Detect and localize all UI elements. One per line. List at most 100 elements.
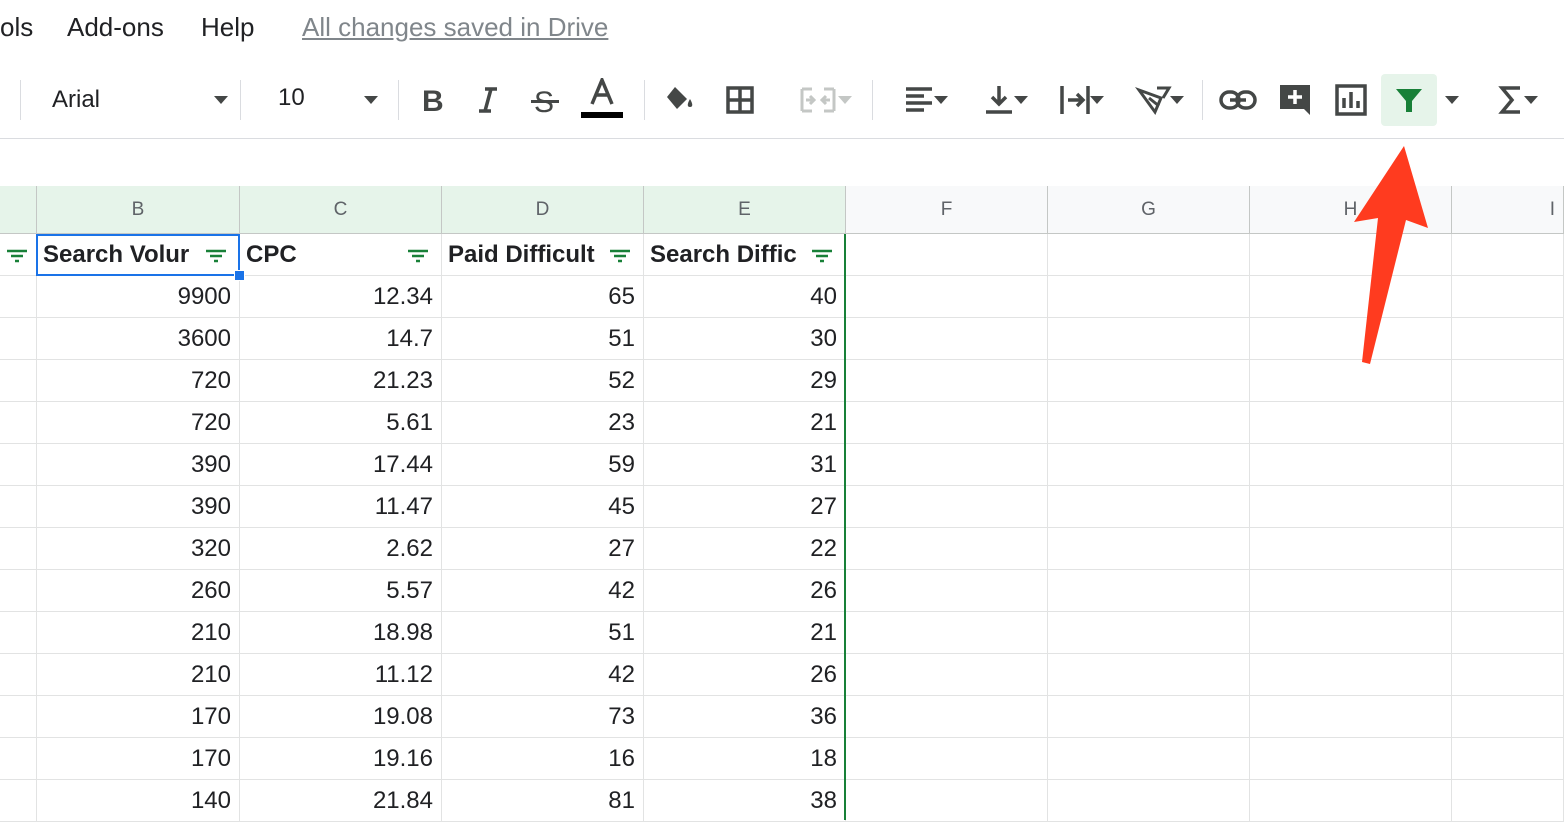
cell[interactable]: 42 xyxy=(442,570,644,612)
cell[interactable]: 36 xyxy=(644,696,846,738)
cell[interactable] xyxy=(1250,318,1452,360)
bold-button[interactable]: B xyxy=(414,78,450,122)
cell[interactable] xyxy=(1250,654,1452,696)
cell[interactable] xyxy=(0,570,37,612)
cell[interactable]: 52 xyxy=(442,360,644,402)
column-filter-icon[interactable] xyxy=(406,245,430,265)
cell[interactable] xyxy=(1452,486,1564,528)
header-cell[interactable]: Paid Difficult xyxy=(442,234,644,276)
font-size-select[interactable]: 10 xyxy=(262,74,392,124)
filter-views-dropdown[interactable] xyxy=(1440,78,1466,122)
cell[interactable]: 22 xyxy=(644,528,846,570)
header-cell[interactable] xyxy=(846,234,1048,276)
cell[interactable] xyxy=(1452,402,1564,444)
cell[interactable] xyxy=(846,738,1048,780)
cell[interactable] xyxy=(0,780,37,822)
cell[interactable]: 23 xyxy=(442,402,644,444)
cell[interactable]: 12.34 xyxy=(240,276,442,318)
column-header-B[interactable]: B xyxy=(37,186,264,234)
insert-link-button[interactable] xyxy=(1216,78,1260,122)
font-family-select[interactable]: Arial xyxy=(36,74,236,124)
cell[interactable]: 26 xyxy=(644,570,846,612)
cell[interactable] xyxy=(1250,486,1452,528)
cell[interactable] xyxy=(1048,738,1250,780)
cell[interactable]: 45 xyxy=(442,486,644,528)
cell[interactable] xyxy=(1452,612,1564,654)
cell[interactable]: 140 xyxy=(37,780,240,822)
column-header-C[interactable]: C xyxy=(240,186,442,234)
borders-button[interactable] xyxy=(720,78,760,122)
cell[interactable] xyxy=(1452,528,1564,570)
cell[interactable] xyxy=(846,570,1048,612)
save-status-link[interactable]: All changes saved in Drive xyxy=(302,12,608,43)
cell[interactable] xyxy=(1250,360,1452,402)
cell[interactable]: 720 xyxy=(37,402,240,444)
cell[interactable] xyxy=(846,360,1048,402)
column-header-G[interactable]: G xyxy=(1048,186,1250,234)
cell[interactable]: 18.98 xyxy=(240,612,442,654)
cell[interactable]: 19.08 xyxy=(240,696,442,738)
cell[interactable]: 11.12 xyxy=(240,654,442,696)
header-cell[interactable]: CPC xyxy=(240,234,442,276)
column-header-E[interactable]: E xyxy=(644,186,846,234)
cell[interactable]: 320 xyxy=(37,528,240,570)
cell[interactable] xyxy=(1048,612,1250,654)
cell[interactable]: 210 xyxy=(37,654,240,696)
cell[interactable] xyxy=(0,360,37,402)
cell[interactable]: 65 xyxy=(442,276,644,318)
header-cell[interactable] xyxy=(0,234,37,276)
cell[interactable] xyxy=(0,738,37,780)
create-filter-button[interactable] xyxy=(1381,74,1437,126)
insert-comment-button[interactable] xyxy=(1274,78,1316,122)
cell[interactable]: 390 xyxy=(37,444,240,486)
cell[interactable]: 16 xyxy=(442,738,644,780)
menu-help[interactable]: Help xyxy=(201,12,254,43)
cell[interactable] xyxy=(1048,276,1250,318)
cell[interactable]: 26 xyxy=(644,654,846,696)
cell[interactable] xyxy=(1048,570,1250,612)
cell[interactable] xyxy=(1452,570,1564,612)
cell[interactable] xyxy=(1452,360,1564,402)
cell[interactable] xyxy=(1048,402,1250,444)
cell[interactable]: 3600 xyxy=(37,318,240,360)
cell[interactable]: 73 xyxy=(442,696,644,738)
cell[interactable] xyxy=(1048,654,1250,696)
cell[interactable] xyxy=(0,276,37,318)
cell[interactable] xyxy=(1250,402,1452,444)
column-header-I[interactable]: I xyxy=(1452,186,1564,234)
header-cell[interactable]: Search Diffic xyxy=(644,234,846,276)
cell[interactable]: 170 xyxy=(37,696,240,738)
cell[interactable] xyxy=(1452,654,1564,696)
fill-handle[interactable] xyxy=(234,270,245,281)
cell[interactable] xyxy=(1452,696,1564,738)
cell[interactable] xyxy=(0,612,37,654)
cell[interactable] xyxy=(1250,780,1452,822)
cell[interactable]: 21 xyxy=(644,402,846,444)
cell[interactable]: 27 xyxy=(644,486,846,528)
formula-bar[interactable] xyxy=(0,139,1564,187)
cell[interactable]: 5.57 xyxy=(240,570,442,612)
cell[interactable] xyxy=(1452,738,1564,780)
cell[interactable] xyxy=(1048,444,1250,486)
cell[interactable] xyxy=(1048,528,1250,570)
italic-button[interactable] xyxy=(470,78,506,122)
cell[interactable] xyxy=(846,318,1048,360)
cell[interactable]: 21 xyxy=(644,612,846,654)
cell[interactable]: 9900 xyxy=(37,276,240,318)
cell[interactable]: 31 xyxy=(644,444,846,486)
vertical-align-button[interactable] xyxy=(966,78,1032,122)
cell[interactable]: 21.84 xyxy=(240,780,442,822)
cell[interactable]: 2.62 xyxy=(240,528,442,570)
cell[interactable] xyxy=(0,528,37,570)
cell[interactable] xyxy=(1250,528,1452,570)
cell[interactable]: 19.16 xyxy=(240,738,442,780)
menu-add-ons[interactable]: Add-ons xyxy=(67,12,164,43)
text-wrapping-button[interactable] xyxy=(1042,78,1108,122)
insert-chart-button[interactable] xyxy=(1330,78,1372,122)
fill-color-button[interactable] xyxy=(660,78,700,122)
column-header-F[interactable]: F xyxy=(846,186,1048,234)
cell[interactable] xyxy=(846,780,1048,822)
menu-tools[interactable]: ols xyxy=(0,12,33,43)
column-header-A[interactable] xyxy=(0,186,37,234)
cell[interactable]: 59 xyxy=(442,444,644,486)
